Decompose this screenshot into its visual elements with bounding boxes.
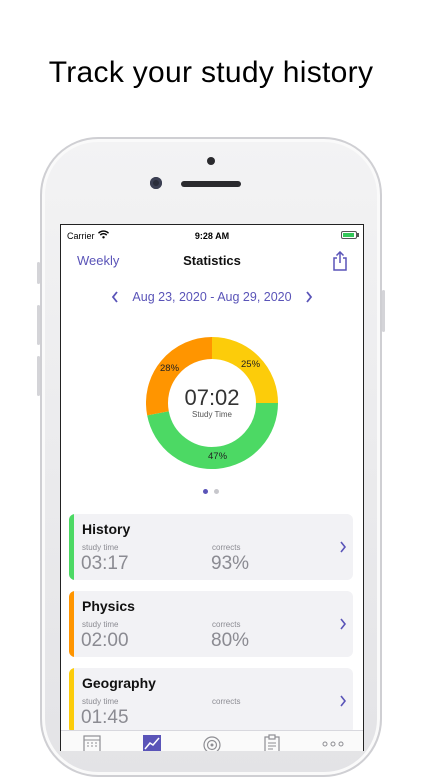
phone-side-button	[37, 262, 40, 284]
navigation-bar: Weekly Statistics	[61, 247, 363, 277]
study-time-caption: study time	[82, 620, 119, 629]
tab-bar	[61, 730, 363, 751]
chart-icon[interactable]	[142, 734, 162, 751]
app-screen: Carrier 9:28 AM Weekly Statistics Aug 23…	[60, 224, 364, 751]
status-time: 9:28 AM	[194, 231, 230, 241]
subject-name: History	[82, 521, 131, 537]
chevron-right-icon	[340, 695, 347, 707]
donut-label-yellow: 25%	[241, 359, 261, 370]
corrects-value: 93%	[211, 553, 250, 574]
study-time-value: 03:17	[81, 553, 129, 574]
subject-name: Physics	[82, 598, 135, 614]
date-range-selector: Aug 23, 2020 - Aug 29, 2020	[61, 289, 363, 307]
donut-label-orange: 28%	[160, 363, 180, 374]
calendar-icon[interactable]	[82, 734, 102, 751]
corrects-caption: corrects	[212, 543, 241, 552]
donut-label-green: 47%	[208, 451, 228, 462]
date-range-label: Aug 23, 2020 - Aug 29, 2020	[132, 290, 292, 304]
battery-icon	[341, 231, 359, 239]
page-dot-active	[203, 489, 208, 494]
page-dot	[214, 489, 219, 494]
more-icon[interactable]	[321, 734, 345, 751]
study-time-caption: study time	[82, 543, 119, 552]
corrects-caption: corrects	[212, 620, 241, 629]
phone-volume-up-button	[37, 305, 40, 345]
phone-volume-down-button	[37, 356, 40, 396]
subject-color-bar	[69, 514, 74, 580]
page-title: Statistics	[183, 253, 241, 268]
subject-card-history[interactable]: History study time 03:17 corrects 93%	[69, 514, 353, 580]
subject-color-bar	[69, 668, 74, 734]
study-time-value: 02:00	[81, 630, 129, 651]
phone-camera	[150, 177, 162, 189]
clipboard-icon[interactable]	[262, 734, 282, 751]
chevron-right-icon	[340, 541, 347, 553]
subject-card-geography[interactable]: Geography study time 01:45 corrects	[69, 668, 353, 734]
target-icon[interactable]	[202, 734, 222, 751]
share-icon[interactable]	[331, 251, 349, 271]
subject-card-physics[interactable]: Physics study time 02:00 corrects 80%	[69, 591, 353, 657]
status-bar: Carrier 9:28 AM	[61, 225, 363, 247]
corrects-caption: corrects	[212, 697, 241, 706]
study-time-label: Study Time	[191, 410, 232, 419]
subject-color-bar	[69, 591, 74, 657]
study-time-caption: study time	[82, 697, 119, 706]
total-study-time: 07:02	[184, 385, 240, 410]
chevron-right-icon	[340, 618, 347, 630]
phone-sensor	[207, 157, 215, 165]
subject-name: Geography	[82, 675, 156, 691]
chevron-right-icon[interactable]	[303, 289, 315, 305]
promo-headline: Track your study history	[48, 56, 374, 89]
corrects-value: 80%	[211, 630, 250, 651]
study-time-value: 01:45	[81, 707, 129, 728]
phone-power-button	[382, 290, 385, 332]
phone-speaker	[181, 181, 241, 187]
